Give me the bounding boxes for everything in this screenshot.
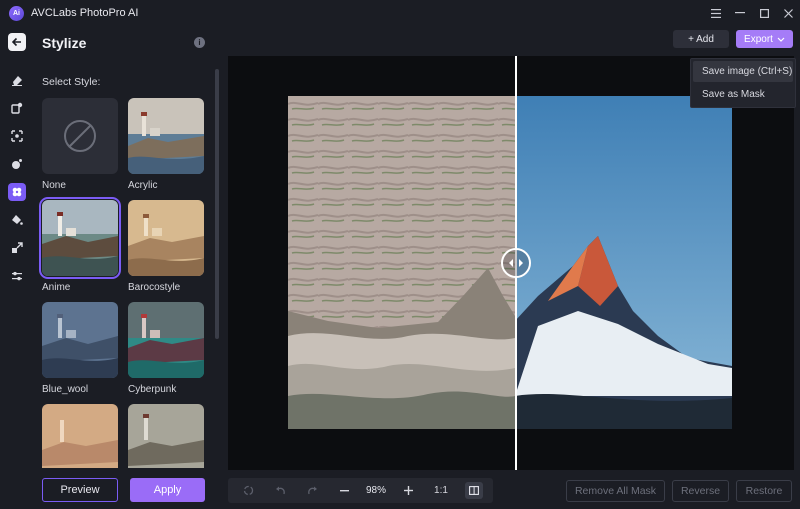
zoom-in-icon[interactable] (400, 478, 416, 503)
zoom-value: 98% (365, 485, 386, 496)
arrow-left-icon (12, 37, 21, 47)
style-card-blue-wool[interactable]: Blue_wool (40, 302, 120, 395)
split-handle-icon[interactable] (501, 248, 531, 278)
save-image-menu-item[interactable]: Save image (Ctrl+S) (693, 61, 793, 82)
actual-size-button[interactable]: 1:1 (430, 478, 452, 503)
fill-icon[interactable] (8, 211, 26, 229)
stylize-panel: Stylize i Select Style: None Acrylic Ani… (8, 26, 220, 509)
colorize-icon[interactable] (8, 155, 26, 173)
info-icon[interactable]: i (194, 37, 205, 48)
style-name: Anime (42, 282, 71, 293)
tool-rail (0, 26, 34, 509)
reverse-button[interactable]: Reverse (672, 480, 729, 502)
image-canvas[interactable] (228, 56, 794, 470)
chevron-down-icon (777, 37, 785, 42)
close-icon[interactable] (776, 0, 800, 26)
style-card-none[interactable]: None (40, 98, 120, 191)
barocostyle-thumb (128, 200, 204, 276)
style-name: Cyberpunk (128, 384, 177, 395)
style-card-barocostyle[interactable]: Barocostyle (126, 200, 206, 293)
style-card-7[interactable] (40, 404, 120, 468)
style-card-cyberpunk[interactable]: Cyberpunk (126, 302, 206, 395)
export-menu: Save image (Ctrl+S) Save as Mask (690, 58, 796, 108)
style-grid: None Acrylic Anime Barocostyle Blue_wool… (34, 96, 214, 468)
eraser-icon[interactable] (8, 71, 26, 89)
redo-icon[interactable] (304, 478, 320, 503)
restore-button[interactable]: Restore (736, 480, 792, 502)
anime-thumb (39, 197, 121, 279)
zoom-out-icon[interactable] (336, 478, 352, 503)
export-label: Export (744, 33, 773, 45)
apply-button[interactable]: Apply (130, 478, 205, 502)
reset-icon[interactable] (240, 478, 256, 503)
style-list-scrollbar[interactable] (215, 69, 219, 339)
none-thumb (42, 98, 118, 174)
style-7-thumb (42, 404, 118, 468)
arrows-left-right-icon (509, 259, 523, 267)
maximize-icon[interactable] (752, 0, 776, 26)
app-logo-icon: Ai (9, 5, 24, 21)
compare-view-icon[interactable] (465, 482, 483, 499)
logo-text: Ai (13, 9, 20, 17)
window-controls (704, 0, 800, 26)
undo-icon[interactable] (272, 478, 288, 503)
export-button[interactable]: Export (736, 30, 793, 48)
style-name: Acrylic (128, 180, 158, 191)
minimize-icon[interactable] (728, 0, 752, 26)
select-style-label: Select Style: (42, 76, 101, 88)
resize-icon[interactable] (8, 239, 26, 257)
retouch-icon[interactable] (8, 99, 26, 117)
adjust-icon[interactable] (8, 267, 26, 285)
panel-title: Stylize (42, 35, 87, 51)
cyberpunk-thumb (128, 302, 204, 378)
style-name: Barocostyle (128, 282, 181, 293)
add-button[interactable]: + Add (673, 30, 729, 48)
save-as-mask-menu-item[interactable]: Save as Mask (693, 84, 793, 105)
style-name: Blue_wool (42, 384, 89, 395)
app-title: AVCLabs PhotoPro AI (31, 7, 139, 19)
zoom-controls: 98% 1:1 (228, 478, 493, 503)
title-bar: Ai AVCLabs PhotoPro AI (0, 0, 800, 26)
stylize-icon[interactable] (8, 183, 26, 201)
back-button[interactable] (8, 33, 26, 51)
style-card-anime[interactable]: Anime (39, 197, 121, 293)
enhance-icon[interactable] (8, 127, 26, 145)
style-card-acrylic[interactable]: Acrylic (126, 98, 206, 191)
no-style-icon (64, 120, 96, 152)
blue-wool-thumb (42, 302, 118, 378)
remove-all-mask-button[interactable]: Remove All Mask (566, 480, 665, 502)
style-name: None (42, 180, 66, 191)
preview-button[interactable]: Preview (42, 478, 118, 502)
style-card-8[interactable] (126, 404, 206, 468)
style-8-thumb (128, 404, 204, 468)
bottom-toolbar: 98% 1:1 Remove All Mask Reverse Restore (228, 470, 794, 509)
acrylic-thumb (128, 98, 204, 174)
menu-icon[interactable] (704, 0, 728, 26)
